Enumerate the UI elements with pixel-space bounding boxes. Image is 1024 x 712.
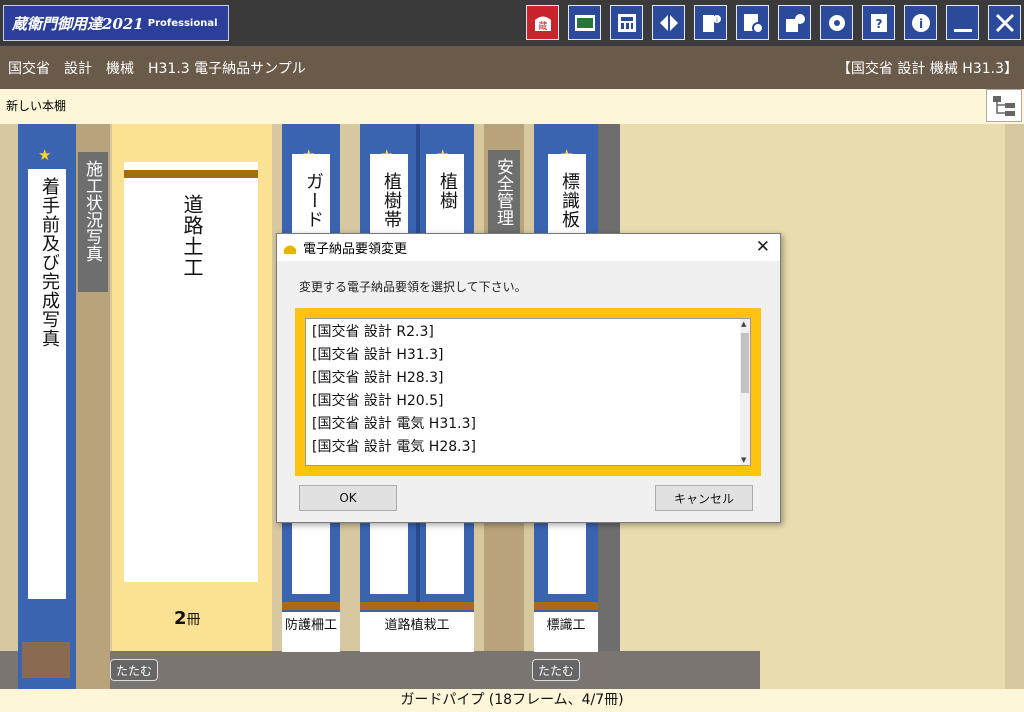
document-settings-button[interactable] (736, 5, 769, 40)
book-completion-photos[interactable]: ★ 着手前及び完成写真 (18, 124, 76, 689)
shelf-bar: 新しい本棚 (0, 89, 1024, 124)
option-item[interactable]: [国交省 設計 H31.3] (312, 344, 744, 367)
scroll-thumb[interactable] (741, 333, 749, 393)
book-plate: 道路植栽工 (360, 612, 474, 652)
ok-button[interactable]: OK (299, 485, 397, 511)
app-logo: 蔵衛門御用達2021 Professional (3, 5, 229, 41)
cancel-button[interactable]: キャンセル (655, 485, 753, 511)
building-info-button[interactable]: i (694, 5, 727, 40)
document-title: 国交省 設計 機械 H31.3 電子納品サンプル (8, 61, 306, 77)
shelf-name[interactable]: 新しい本棚 (6, 97, 66, 114)
logo-sub-text: Professional (147, 17, 218, 29)
help-icon: ? (870, 13, 887, 32)
book-title: 着手前及び完成写真 (39, 177, 60, 348)
tree-icon (993, 95, 1015, 116)
book-title: 施工状況写真 (78, 152, 108, 292)
book-title: 植樹 (437, 172, 458, 210)
standard-listbox[interactable]: [国交省 設計 R2.3] [国交省 設計 H31.3] [国交省 設計 H28.3… (305, 318, 751, 466)
top-toolbar: 蔵衛門御用達2021 Professional 蔵 i ? i (0, 0, 1024, 46)
info-icon: i (911, 13, 930, 32)
info-button[interactable]: i (904, 5, 937, 40)
help-button[interactable]: ? (862, 5, 895, 40)
book-road-earthwork[interactable]: 道路土工 2冊 (112, 124, 272, 651)
gear-icon (828, 14, 845, 31)
label-band (360, 602, 474, 610)
split-icon (659, 14, 678, 31)
building-settings-icon (785, 13, 805, 32)
scroll-up-icon[interactable]: ▲ (741, 320, 746, 328)
thumbnail-image (22, 642, 70, 678)
settings-button[interactable] (820, 5, 853, 40)
book-label: 道路土工 (124, 162, 258, 582)
logo-main-text: 蔵衛門御用達2021 (12, 14, 144, 33)
book-title: 標識板 (559, 172, 580, 229)
svg-text:蔵: 蔵 (538, 20, 547, 32)
option-item[interactable]: [国交省 設計 電気 H28.3] (312, 436, 744, 459)
option-item[interactable]: [国交省 設計 R2.3] (312, 321, 744, 344)
option-item[interactable]: [国交省 設計 H20.5] (312, 390, 744, 413)
board-button[interactable] (568, 5, 601, 40)
close-icon (995, 13, 1014, 32)
standard-label: 【国交省 設計 機械 H31.3】 (836, 61, 1018, 77)
close-button[interactable] (988, 5, 1021, 40)
tree-view-button[interactable] (986, 89, 1022, 122)
book-construction-status[interactable]: 施工状況写真 (76, 124, 110, 689)
svg-text:i: i (918, 17, 922, 31)
list-scrollbar[interactable]: ▲ ▼ (740, 319, 750, 465)
app-small-icon (284, 245, 296, 254)
kura-button[interactable]: 蔵 (526, 5, 559, 40)
svg-text:?: ? (875, 17, 882, 31)
book-title: ガード (303, 172, 324, 229)
volume-count: 2冊 (174, 608, 201, 629)
label-band (534, 602, 598, 610)
dialog-title: 電子納品要領変更 (303, 242, 408, 257)
status-bar: ガードパイプ (18フレーム、4/7冊) (0, 689, 1024, 712)
title-bar: 国交省 設計 機械 H31.3 電子納品サンプル 【国交省 設計 機械 H31.… (0, 46, 1024, 89)
option-list: [国交省 設計 R2.3] [国交省 設計 H31.3] [国交省 設計 H28.3… (306, 319, 750, 461)
dialog-close-icon[interactable]: ✕ (756, 237, 770, 257)
minimize-icon (953, 28, 972, 32)
fold-button[interactable]: たたむ (110, 659, 158, 681)
book-title: 植樹帯 (381, 172, 402, 229)
book-plate: 標識工 (534, 612, 598, 652)
document-settings-icon (743, 13, 764, 34)
count-number: 2 (174, 608, 187, 629)
option-item[interactable]: [国交省 設計 H28.3] (312, 367, 744, 390)
dialog-titlebar: 電子納品要領変更 (277, 234, 780, 261)
star-icon: ★ (38, 146, 52, 164)
scroll-down-icon[interactable]: ▼ (741, 456, 746, 464)
fold-button[interactable]: たたむ (532, 659, 580, 681)
split-button[interactable] (652, 5, 685, 40)
register-button[interactable] (610, 5, 643, 40)
kura-icon: 蔵 (534, 16, 551, 32)
option-item[interactable]: [国交省 設計 電気 H31.3] (312, 413, 744, 436)
standard-change-dialog: 電子納品要領変更 ✕ 変更する電子納品要領を選択して下さい。 [国交省 設計 R… (276, 233, 781, 523)
book-title: 道路土工 (180, 194, 204, 278)
book-label: 着手前及び完成写真 (28, 169, 66, 599)
minimize-button[interactable] (946, 5, 979, 40)
count-unit: 冊 (186, 612, 201, 628)
building-info-icon: i (702, 14, 721, 32)
label-band (124, 170, 258, 178)
label-band (282, 602, 340, 610)
building-settings-button[interactable] (778, 5, 811, 40)
list-highlight-frame: [国交省 設計 R2.3] [国交省 設計 H31.3] [国交省 設計 H28.3… (295, 308, 761, 476)
book-plate: 防護柵工 (282, 612, 340, 652)
dialog-message: 変更する電子納品要領を選択して下さい。 (299, 280, 527, 294)
board-icon (574, 14, 595, 31)
register-icon (617, 13, 636, 32)
